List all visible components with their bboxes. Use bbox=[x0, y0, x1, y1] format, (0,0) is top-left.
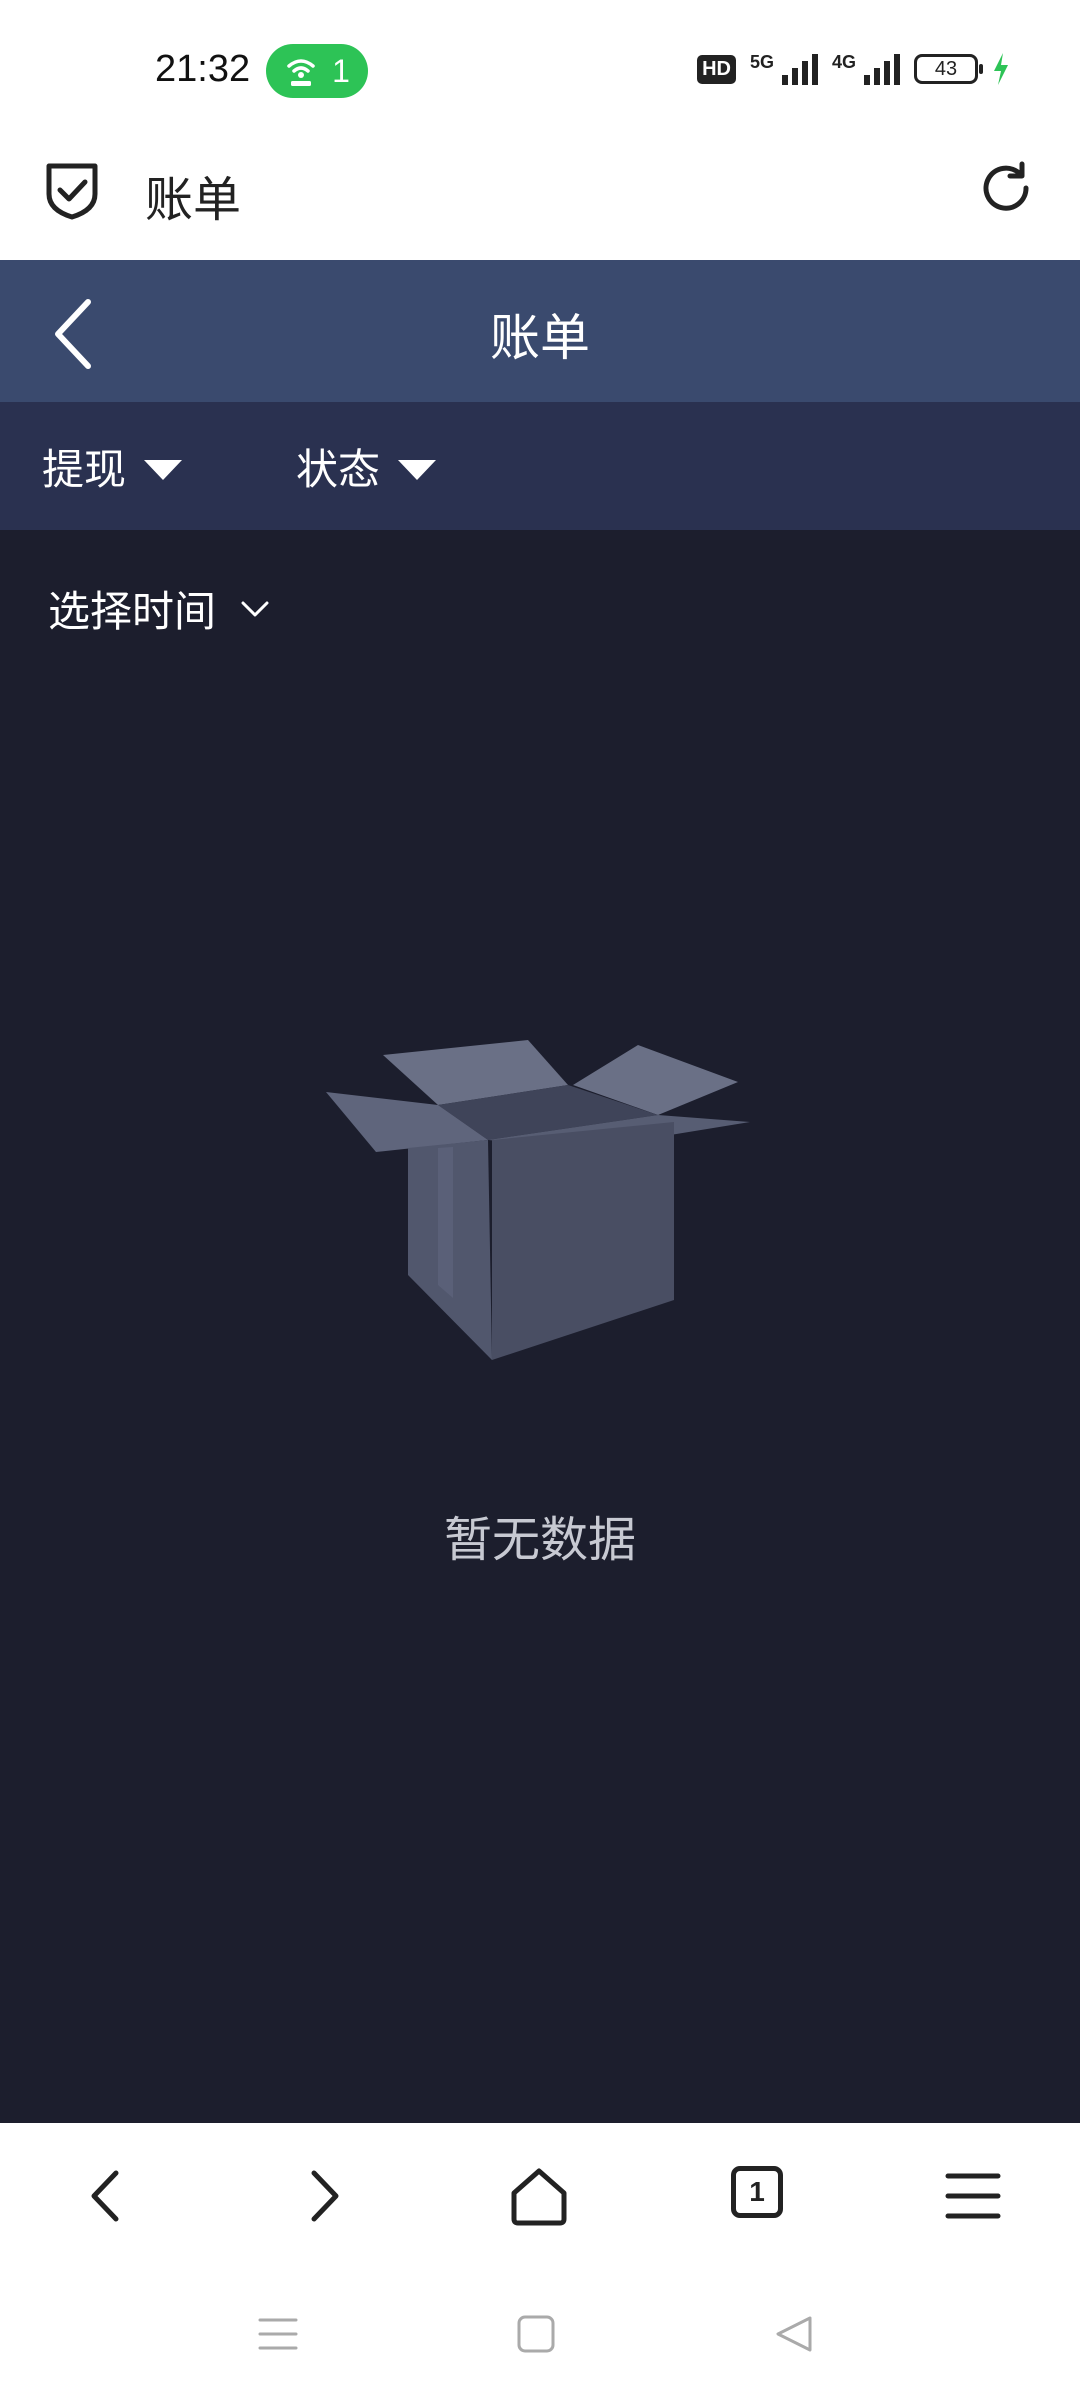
forward-icon[interactable] bbox=[290, 2163, 356, 2229]
bill-list-area: 选择时间 暂无数据 bbox=[0, 530, 1080, 2123]
battery-icon: 43 bbox=[914, 54, 983, 84]
recent-apps-icon[interactable] bbox=[254, 2310, 302, 2358]
home-icon[interactable] bbox=[506, 2163, 572, 2229]
signal-5g-icon bbox=[781, 53, 818, 85]
charging-icon bbox=[994, 53, 1008, 85]
hd-voice-badge: HD bbox=[697, 54, 736, 84]
type-filter-label: 提现 bbox=[42, 445, 127, 494]
hotspot-icon bbox=[287, 59, 315, 86]
hotspot-count: 1 bbox=[332, 52, 350, 89]
system-navigation-bar bbox=[0, 2268, 1080, 2400]
hotspot-indicator[interactable]: 1 bbox=[266, 44, 368, 98]
signal-4g-icon bbox=[864, 53, 900, 85]
home-square-icon[interactable] bbox=[512, 2310, 560, 2358]
status-filter-dropdown[interactable]: 状态 bbox=[296, 436, 437, 497]
empty-box-icon bbox=[326, 1040, 750, 1360]
browser-header: 账单 bbox=[0, 140, 1080, 260]
time-select-button[interactable]: 选择时间 bbox=[48, 578, 270, 639]
network-5g-label: 5G bbox=[749, 52, 774, 72]
back-icon[interactable] bbox=[74, 2163, 140, 2229]
empty-state-text: 暂无数据 bbox=[443, 1512, 636, 1568]
status-icons: HD 5G 4G 43 bbox=[697, 52, 1010, 86]
menu-icon[interactable] bbox=[940, 2163, 1006, 2229]
shield-check-icon[interactable] bbox=[44, 160, 100, 220]
type-filter-dropdown[interactable]: 提现 bbox=[42, 436, 183, 497]
browser-toolbar: 1 bbox=[0, 2123, 1080, 2268]
caret-down-icon bbox=[144, 459, 183, 480]
status-bar: 21:32 1 HD 5G 4G 43 bbox=[0, 0, 1080, 140]
chevron-down-icon bbox=[241, 601, 269, 616]
page-title: 账单 bbox=[490, 309, 590, 367]
time-select-label: 选择时间 bbox=[48, 587, 217, 636]
tab-count: 1 bbox=[749, 2176, 765, 2207]
status-time: 21:32 bbox=[155, 48, 251, 90]
browser-page-title: 账单 bbox=[145, 172, 242, 228]
app-header: 账单 bbox=[0, 260, 1080, 402]
tabs-icon[interactable]: 1 bbox=[731, 2166, 783, 2218]
back-triangle-icon[interactable] bbox=[770, 2310, 818, 2358]
status-filter-label: 状态 bbox=[296, 445, 381, 494]
refresh-icon[interactable] bbox=[976, 158, 1036, 218]
caret-down-icon bbox=[398, 459, 437, 480]
battery-level: 43 bbox=[934, 57, 958, 80]
network-4g-label: 4G bbox=[831, 52, 856, 72]
filter-bar: 提现 状态 bbox=[0, 402, 1080, 530]
